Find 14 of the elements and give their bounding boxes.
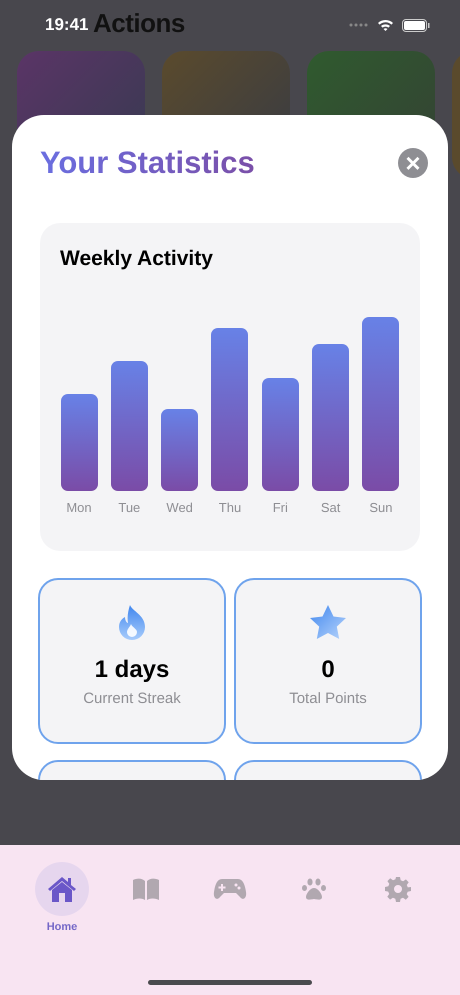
day-label: Sun	[369, 500, 393, 515]
day-label: Thu	[218, 500, 242, 515]
day-label: Sat	[320, 500, 340, 515]
stat-value: 1 days	[94, 656, 170, 684]
day-label: Wed	[166, 500, 193, 515]
day-label: Mon	[66, 500, 92, 515]
chart-title: Weekly Activity	[60, 247, 214, 271]
stat-value: 0	[321, 656, 335, 684]
stat-label: Current Streak	[83, 690, 181, 707]
stat-label: Total Points	[289, 690, 367, 707]
status-time: 19:41	[45, 15, 88, 35]
day-label: Fri	[272, 500, 288, 515]
day-label: Tue	[118, 500, 140, 515]
page-title: Actions	[93, 8, 185, 39]
